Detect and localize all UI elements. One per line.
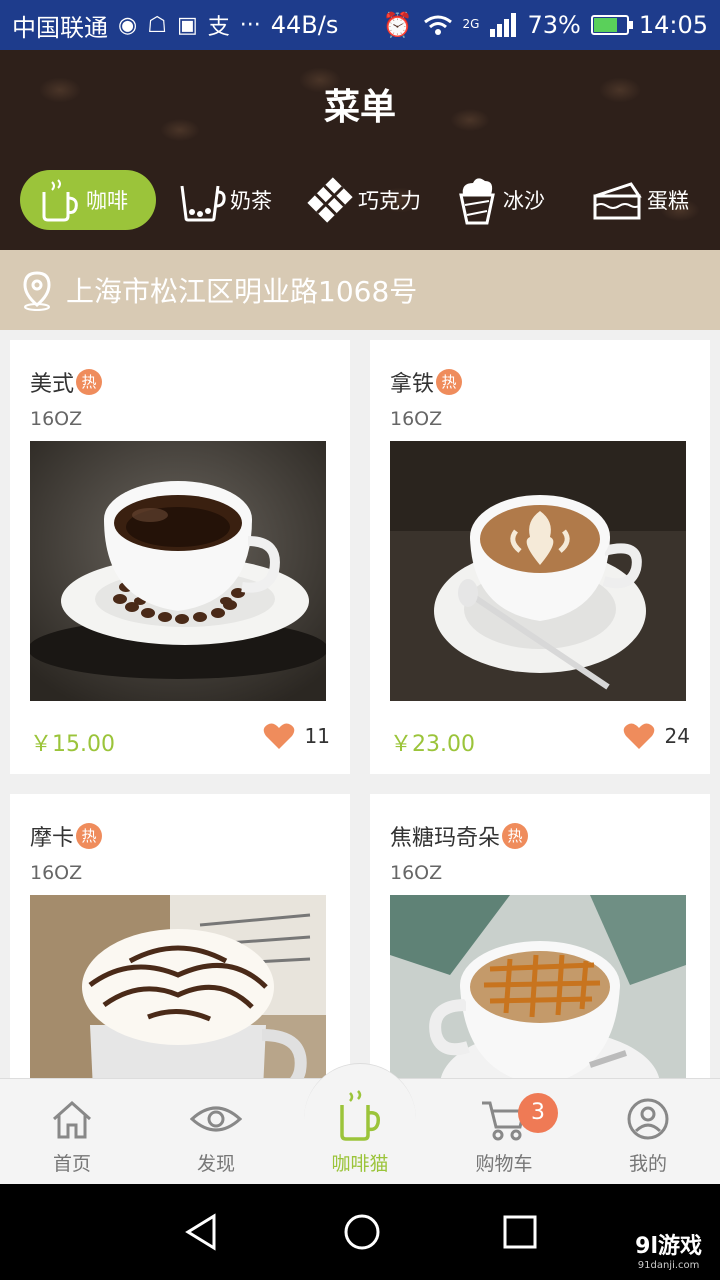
nav-discover[interactable]: 发现 bbox=[144, 1079, 288, 1185]
product-card-caramel-macchiato[interactable]: 焦糖玛奇朵 热 16OZ bbox=[370, 794, 710, 1078]
product-image[interactable] bbox=[390, 895, 686, 1078]
status-bar: 中国联通 ◉ ☖ ▣ 支 ··· 44B/s ⏰ 2G 73% 14:05 bbox=[0, 0, 720, 50]
home-icon bbox=[53, 1100, 91, 1139]
product-name-row: 美式 热 bbox=[30, 366, 103, 398]
tab-smoothie[interactable]: 冰沙 bbox=[455, 170, 545, 230]
profile-icon bbox=[627, 1098, 669, 1140]
product-name: 摩卡 bbox=[30, 826, 75, 851]
product-price: ￥23.00 bbox=[390, 732, 475, 757]
product-image[interactable] bbox=[30, 895, 326, 1078]
nav-label: 咖啡猫 bbox=[331, 1153, 389, 1175]
network-type: 2G bbox=[462, 17, 480, 31]
like-count: 24 bbox=[664, 724, 690, 748]
wifi-icon bbox=[423, 15, 452, 35]
nav-label: 购物车 bbox=[475, 1153, 533, 1175]
tab-cake[interactable]: 蛋糕 bbox=[591, 170, 689, 230]
product-size: 16OZ bbox=[390, 408, 443, 430]
product-size: 16OZ bbox=[30, 408, 83, 430]
product-price: ￥15.00 bbox=[30, 732, 115, 757]
product-name-row: 拿铁 热 bbox=[390, 366, 463, 398]
tab-chocolate[interactable]: 巧克力 bbox=[306, 170, 421, 230]
chocolate-icon bbox=[307, 177, 353, 223]
nav-coffee-cat[interactable]: 咖啡猫 bbox=[288, 1079, 432, 1185]
product-name: 拿铁 bbox=[390, 372, 435, 397]
clock: 14:05 bbox=[638, 11, 708, 39]
nav-label: 发现 bbox=[196, 1153, 235, 1175]
app-notification-icon: ▣ bbox=[176, 12, 198, 38]
home-circle-icon[interactable] bbox=[342, 1212, 382, 1252]
category-tabs: 咖啡 奶茶 巧克力 冰沙 蛋糕 bbox=[20, 170, 700, 230]
cart-count-badge: 3 bbox=[518, 1093, 558, 1133]
signal-icon bbox=[490, 13, 517, 37]
like-button[interactable]: 24 bbox=[623, 722, 690, 750]
nav-profile[interactable]: 我的 bbox=[576, 1079, 720, 1185]
hot-badge: 热 bbox=[76, 823, 103, 849]
coffee-cup-icon bbox=[42, 179, 78, 222]
tab-label: 奶茶 bbox=[230, 189, 272, 213]
tab-coffee[interactable]: 咖啡 bbox=[20, 170, 156, 230]
hot-badge: 热 bbox=[76, 369, 103, 395]
product-card-mocha[interactable]: 摩卡 热 16OZ bbox=[10, 794, 350, 1078]
coffee-cup-icon bbox=[340, 1090, 381, 1141]
system-nav-bar bbox=[0, 1184, 720, 1280]
mocha-whipped-cream-image bbox=[30, 895, 326, 1078]
watermark-sub: 91danji.com bbox=[637, 1260, 700, 1271]
product-name-row: 焦糖玛奇朵 热 bbox=[390, 820, 529, 852]
hotspot-icon: ◉ bbox=[118, 12, 138, 38]
address-bar[interactable]: 上海市松江区明业路1068号 bbox=[0, 250, 720, 330]
black-coffee-cup-image bbox=[30, 441, 326, 701]
nav-home[interactable]: 首页 bbox=[0, 1079, 144, 1185]
milk-tea-icon bbox=[180, 185, 226, 222]
eye-icon bbox=[190, 1106, 242, 1132]
alipay-icon: 支 bbox=[207, 15, 230, 40]
product-grid: 美式 热 16OZ ￥15.00 11 拿铁 热 16OZ ￥23.00 24 … bbox=[0, 330, 720, 1078]
tab-label: 冰沙 bbox=[503, 189, 545, 213]
heart-icon bbox=[623, 723, 654, 749]
bottom-nav: 首页 发现 咖啡猫 3 购物车 我的 bbox=[0, 1063, 720, 1185]
product-size: 16OZ bbox=[390, 862, 443, 884]
product-card-americano[interactable]: 美式 热 16OZ ￥15.00 11 bbox=[10, 340, 350, 774]
product-image[interactable] bbox=[30, 441, 326, 701]
smoothie-icon bbox=[459, 178, 495, 225]
watermark: 9l游戏 91danji.com bbox=[635, 1228, 702, 1271]
alarm-icon: ⏰ bbox=[382, 11, 413, 39]
battery-percent: 73% bbox=[527, 11, 581, 39]
tab-label: 蛋糕 bbox=[647, 189, 689, 213]
location-pin-icon bbox=[23, 271, 51, 311]
android-icon: ☖ bbox=[147, 12, 167, 38]
caramel-macchiato-cup-image bbox=[390, 895, 686, 1078]
like-button[interactable]: 11 bbox=[263, 722, 330, 750]
hot-badge: 热 bbox=[436, 369, 463, 395]
carrier-label: 中国联通 bbox=[12, 13, 108, 42]
cake-icon bbox=[593, 182, 642, 220]
page-title: 菜单 bbox=[323, 87, 396, 128]
product-image[interactable] bbox=[390, 441, 686, 701]
back-icon[interactable] bbox=[182, 1212, 222, 1252]
hot-badge: 热 bbox=[502, 823, 529, 849]
recents-icon[interactable] bbox=[502, 1214, 538, 1250]
product-name-row: 摩卡 热 bbox=[30, 820, 103, 852]
nav-cart[interactable]: 3 购物车 bbox=[432, 1079, 576, 1185]
watermark-main: 9l游戏 bbox=[635, 1234, 702, 1259]
latte-art-cup-image bbox=[390, 441, 686, 701]
product-card-latte[interactable]: 拿铁 热 16OZ ￥23.00 24 bbox=[370, 340, 710, 774]
heart-icon bbox=[263, 723, 294, 749]
tab-label: 咖啡 bbox=[86, 189, 128, 213]
product-size: 16OZ bbox=[30, 862, 83, 884]
store-address: 上海市松江区明业路1068号 bbox=[66, 275, 418, 308]
network-speed: 44B/s bbox=[270, 11, 339, 39]
product-name: 焦糖玛奇朵 bbox=[390, 826, 501, 851]
like-count: 11 bbox=[304, 724, 330, 748]
menu-header: 菜单 咖啡 奶茶 巧克力 冰沙 蛋糕 bbox=[0, 50, 720, 250]
tab-label: 巧克力 bbox=[358, 189, 421, 213]
tab-milk-tea[interactable]: 奶茶 bbox=[178, 170, 272, 230]
nav-label: 我的 bbox=[628, 1153, 667, 1175]
battery-icon bbox=[590, 15, 633, 35]
nav-label: 首页 bbox=[52, 1153, 91, 1175]
more-notifications-icon: ··· bbox=[239, 12, 261, 38]
product-name: 美式 bbox=[30, 372, 75, 397]
